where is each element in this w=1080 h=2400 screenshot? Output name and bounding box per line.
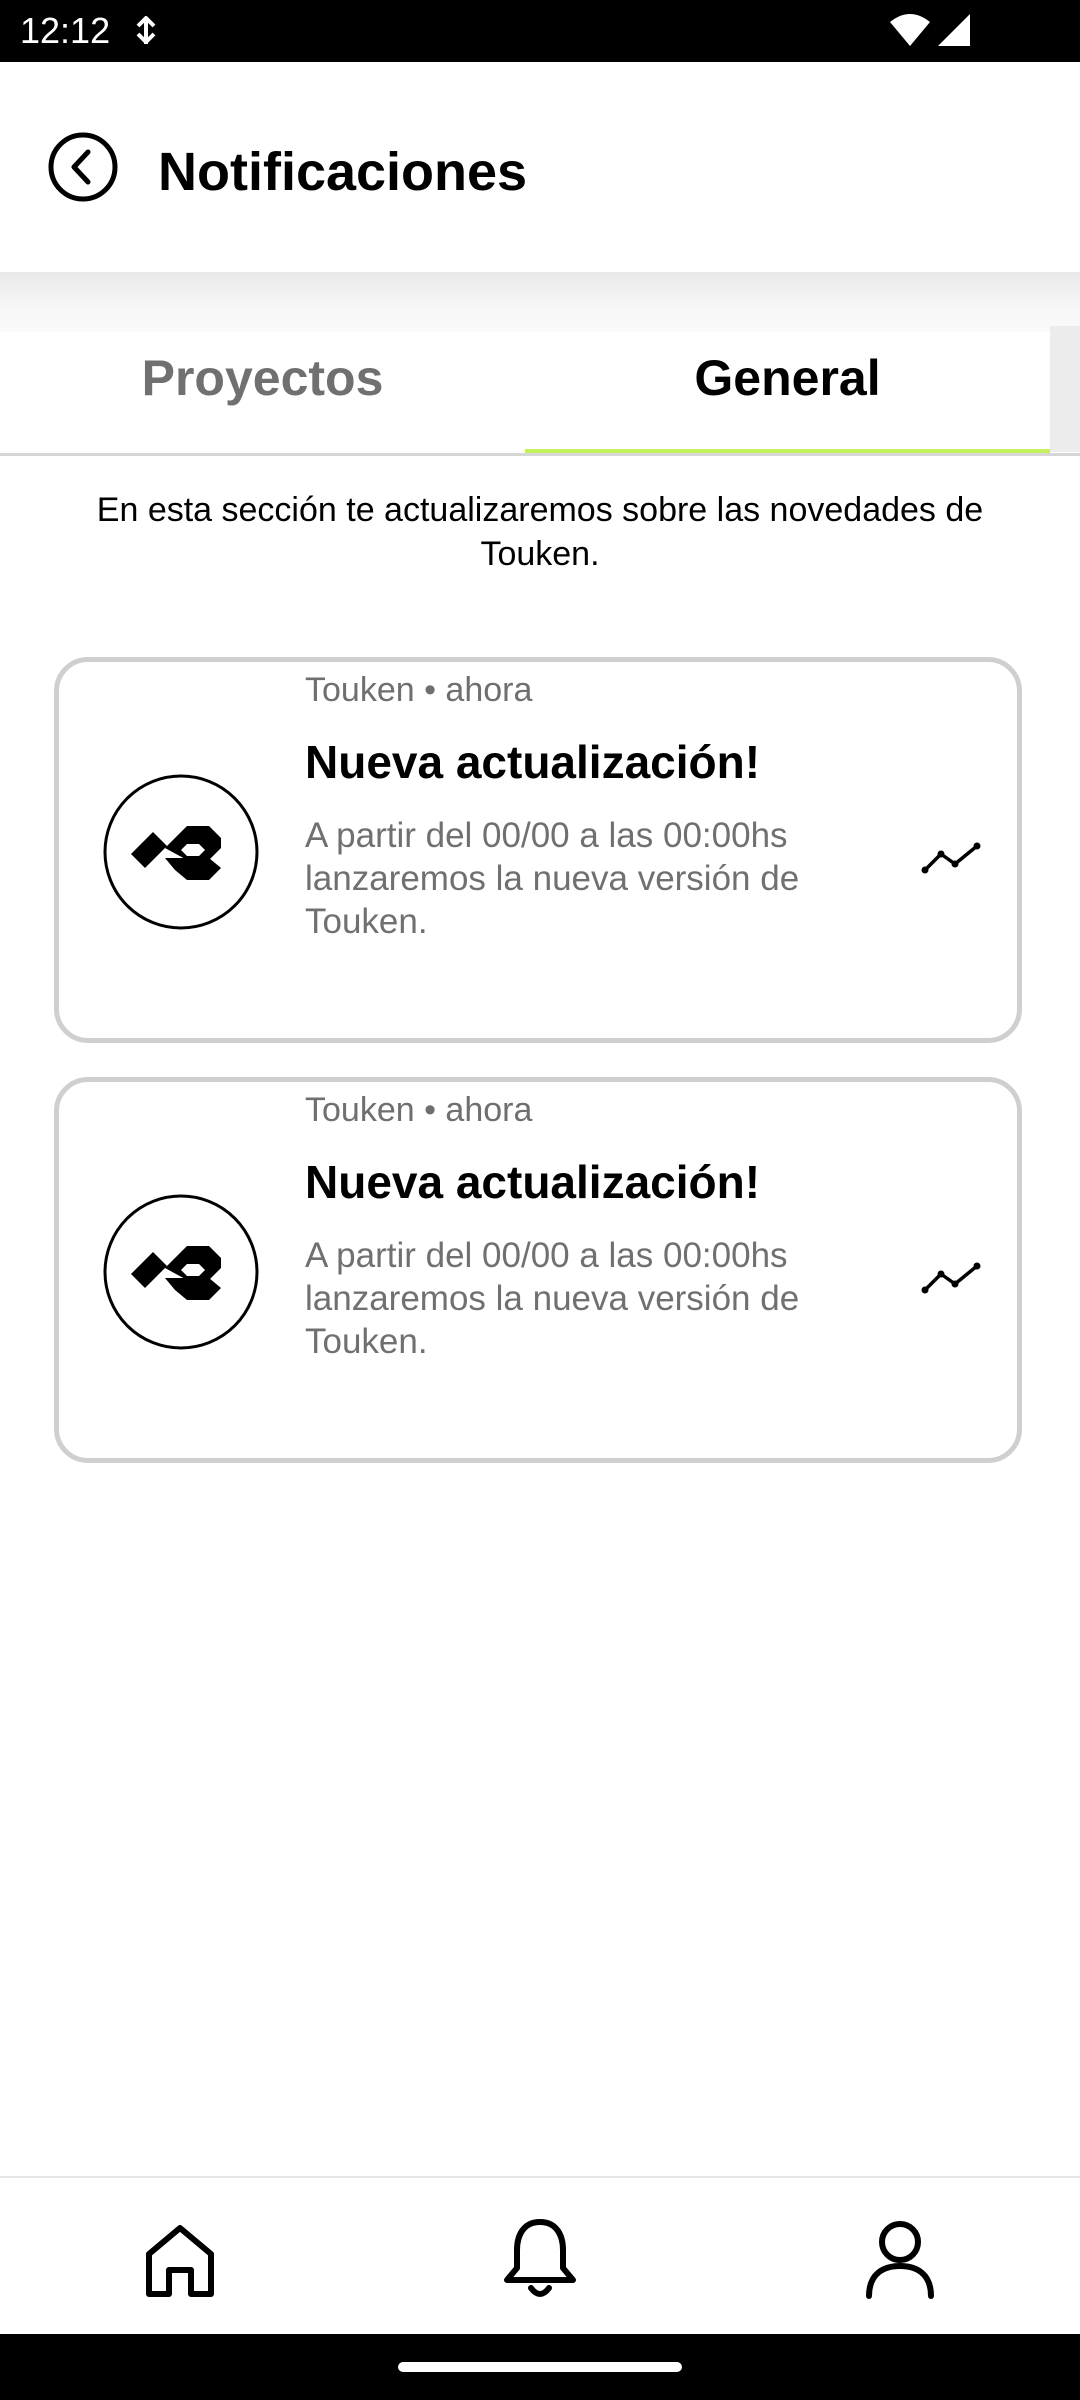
wifi-icon xyxy=(890,14,930,46)
tab-bar: Proyectos General xyxy=(0,272,1050,455)
status-time: 12:12 xyxy=(20,10,111,51)
touken-logo-icon xyxy=(103,1194,259,1350)
trend-line-icon[interactable] xyxy=(919,838,983,878)
notification-source: Touken • ahora xyxy=(305,1091,533,1129)
notification-source: Touken • ahora xyxy=(305,671,533,709)
tab-scroll-edge xyxy=(1050,326,1080,452)
notification-title: Nueva actualización! xyxy=(305,736,761,788)
status-bar: 12:12 xyxy=(0,0,1080,62)
user-icon[interactable] xyxy=(855,2214,945,2304)
tabs-divider xyxy=(0,453,1080,456)
tab-general[interactable]: General xyxy=(525,272,1050,454)
section-description: En esta sección te actualizaremos sobre … xyxy=(96,491,984,573)
home-icon[interactable] xyxy=(135,2214,225,2304)
notification-card[interactable]: Touken • ahora Nueva actualización! A pa… xyxy=(54,1077,1022,1463)
bell-icon[interactable] xyxy=(495,2214,585,2304)
notification-title: Nueva actualización! xyxy=(305,1156,761,1208)
gesture-handle[interactable] xyxy=(398,2362,682,2372)
notification-body: A partir del 00/00 a las 00:00hs lanzare… xyxy=(305,816,800,941)
touken-logo-icon xyxy=(103,774,259,930)
cellular-signal-icon xyxy=(938,14,970,46)
app-bar: Notificaciones xyxy=(0,62,1080,272)
usb-debug-icon xyxy=(136,16,156,44)
tab-proyectos[interactable]: Proyectos xyxy=(0,272,525,454)
page-title: Notificaciones xyxy=(158,142,528,202)
bottom-navigation xyxy=(0,2176,1080,2336)
trend-line-icon[interactable] xyxy=(919,1258,983,1298)
back-arrow-circle-icon[interactable] xyxy=(48,132,118,202)
notification-body: A partir del 00/00 a las 00:00hs lanzare… xyxy=(305,1236,800,1361)
system-gesture-bar xyxy=(0,2334,1080,2400)
notification-card[interactable]: Touken • ahora Nueva actualización! A pa… xyxy=(54,657,1022,1043)
